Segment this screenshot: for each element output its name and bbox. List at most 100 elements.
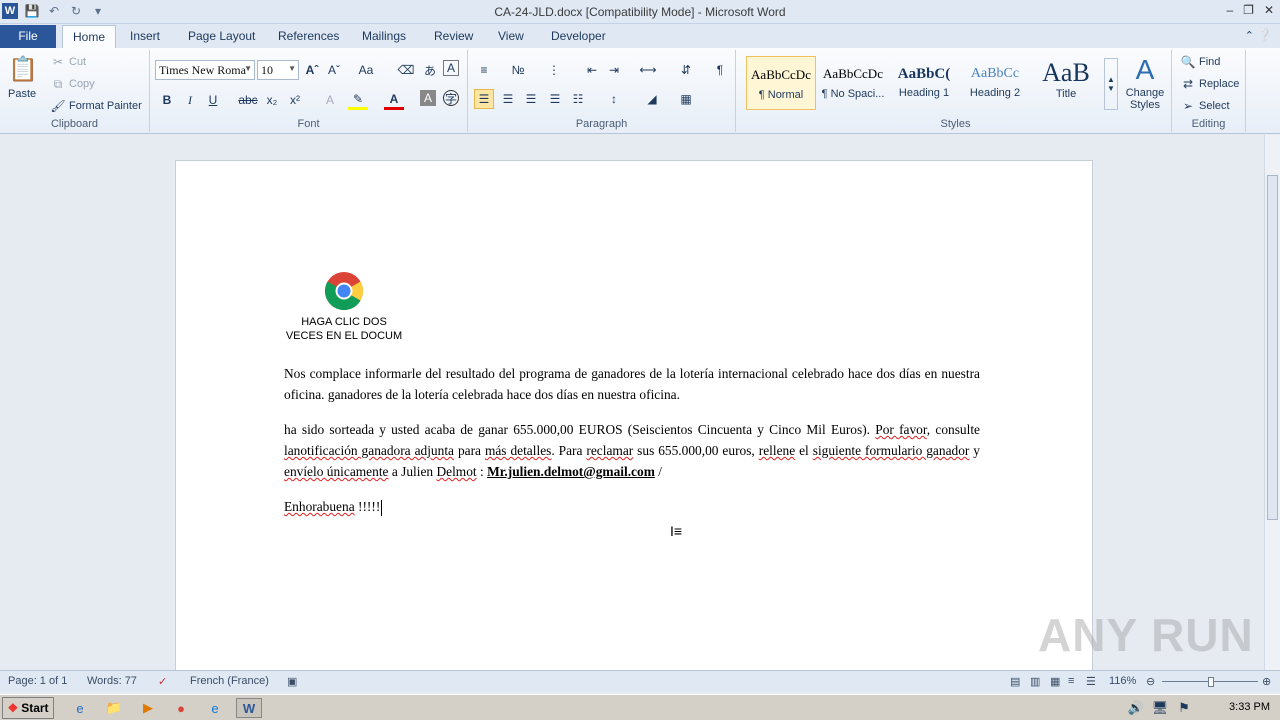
- styles-scroll-icon[interactable]: ▲ ▼: [1104, 58, 1118, 110]
- paste-button[interactable]: 📋 Paste: [8, 54, 38, 100]
- asian-layout-icon[interactable]: ⟷: [638, 60, 658, 80]
- highlight-icon[interactable]: ✎: [348, 90, 368, 110]
- tab-home[interactable]: Home: [62, 25, 117, 48]
- start-button[interactable]: ❖ Start: [2, 697, 54, 719]
- chrome-icon[interactable]: ●: [171, 698, 191, 718]
- word-taskbar-icon[interactable]: W: [236, 698, 262, 718]
- align-right-icon[interactable]: ☰: [521, 89, 541, 109]
- format-painter-button[interactable]: 🖌 Format Painter: [50, 98, 141, 114]
- minimize-ribbon-icon[interactable]: ⌃: [1245, 29, 1254, 42]
- clear-formatting-icon[interactable]: ⌫: [396, 60, 416, 80]
- binoculars-icon: 🔍: [1180, 55, 1196, 69]
- distributed-icon[interactable]: ☷: [568, 89, 588, 109]
- font-name-combo[interactable]: Times New Roma ▼: [155, 60, 255, 80]
- change-case-icon[interactable]: Aa: [356, 60, 376, 80]
- line-spacing-icon[interactable]: ↕: [604, 89, 624, 109]
- email-address[interactable]: Mr.julien.delmot@gmail.com: [487, 464, 655, 479]
- network-icon[interactable]: 🖥: [1150, 698, 1170, 718]
- document-page[interactable]: HAGA CLIC DOS VECES EN EL DOCUM Nos comp…: [175, 160, 1093, 670]
- text-effects-icon[interactable]: A: [320, 90, 340, 110]
- multilevel-list-icon[interactable]: ⋮: [544, 60, 564, 80]
- minimize-icon[interactable]: –: [1226, 3, 1233, 17]
- copy-button[interactable]: ⧉ Copy: [50, 76, 95, 92]
- enclose-characters-icon[interactable]: 字: [443, 90, 459, 106]
- style-no-spacing[interactable]: AaBbCcDc ¶ No Spaci...: [818, 56, 888, 110]
- text-run: rellene: [758, 443, 796, 458]
- help-icon[interactable]: ❔: [1257, 28, 1272, 42]
- word-count[interactable]: Words: 77: [87, 675, 137, 687]
- tab-mailings[interactable]: Mailings: [352, 25, 416, 48]
- shading-icon[interactable]: ◢: [642, 89, 662, 109]
- embedded-image[interactable]: HAGA CLIC DOS VECES EN EL DOCUM: [284, 271, 404, 343]
- style-normal[interactable]: AaBbCcDc ¶ Normal: [746, 56, 816, 110]
- web-layout-icon[interactable]: ▦: [1050, 675, 1060, 688]
- style-heading-2[interactable]: AaBbCc Heading 2: [960, 56, 1030, 110]
- font-size-value: 10: [261, 63, 273, 77]
- character-shading-icon[interactable]: A: [420, 90, 436, 106]
- style-title[interactable]: AaB Title: [1031, 56, 1101, 110]
- font-color-icon[interactable]: A: [384, 90, 404, 110]
- draft-icon[interactable]: ☰: [1086, 675, 1096, 688]
- outline-icon[interactable]: ≡: [1068, 675, 1074, 687]
- bold-icon[interactable]: B: [157, 90, 177, 110]
- style-heading-1[interactable]: AaBbC( Heading 1: [889, 56, 959, 110]
- style-name: ¶ Normal: [758, 89, 804, 101]
- zoom-slider-thumb[interactable]: [1208, 677, 1214, 687]
- show-hide-paragraph-icon[interactable]: ¶: [710, 60, 730, 80]
- sort-icon[interactable]: ⇵: [676, 60, 696, 80]
- replace-button[interactable]: ⇄ Replace: [1180, 76, 1239, 92]
- zoom-out-icon[interactable]: ⊖: [1146, 675, 1155, 688]
- tab-review[interactable]: Review: [424, 25, 483, 48]
- subscript-icon[interactable]: x₂: [262, 90, 282, 110]
- phonetic-guide-icon[interactable]: あ: [420, 60, 440, 80]
- tab-references[interactable]: References: [268, 25, 349, 48]
- paragraph-group-label: Paragraph: [575, 118, 628, 130]
- strikethrough-icon[interactable]: abc: [238, 90, 258, 110]
- cut-button[interactable]: ✂ Cut: [50, 54, 86, 70]
- page-count[interactable]: Page: 1 of 1: [8, 675, 67, 687]
- tab-page-layout[interactable]: Page Layout: [178, 25, 265, 48]
- superscript-icon[interactable]: x²: [285, 90, 305, 110]
- ie-icon[interactable]: e: [70, 698, 90, 718]
- find-button[interactable]: 🔍 Find: [1180, 54, 1221, 70]
- zoom-in-icon[interactable]: ⊕: [1262, 675, 1271, 688]
- tab-developer[interactable]: Developer: [541, 25, 616, 48]
- grow-font-icon[interactable]: Aˆ: [302, 60, 322, 80]
- tab-file[interactable]: File: [0, 25, 56, 48]
- character-border-icon[interactable]: A: [443, 60, 459, 76]
- increase-indent-icon[interactable]: ⇥: [604, 60, 624, 80]
- zoom-level[interactable]: 116%: [1109, 675, 1136, 687]
- print-layout-icon[interactable]: ▤: [1010, 675, 1020, 688]
- font-size-combo[interactable]: 10 ▼: [257, 60, 299, 80]
- action-center-flag-icon[interactable]: ⚑: [1174, 698, 1194, 718]
- italic-icon[interactable]: I: [180, 90, 200, 110]
- align-left-icon[interactable]: ☰: [474, 89, 494, 109]
- paragraph-3: Enhorabuena !!!!!: [284, 496, 980, 517]
- justify-icon[interactable]: ☰: [545, 89, 565, 109]
- underline-icon[interactable]: U: [203, 90, 223, 110]
- select-button[interactable]: ➢ Select: [1180, 98, 1230, 114]
- full-screen-reading-icon[interactable]: ▥: [1030, 675, 1040, 688]
- change-styles-button[interactable]: A Change Styles: [1122, 54, 1168, 111]
- volume-icon[interactable]: 🔊: [1126, 698, 1146, 718]
- close-icon[interactable]: ✕: [1264, 3, 1274, 17]
- macro-record-icon[interactable]: ▣: [287, 675, 297, 688]
- tab-view[interactable]: View: [488, 25, 534, 48]
- media-player-icon[interactable]: ▶: [138, 698, 158, 718]
- decrease-indent-icon[interactable]: ⇤: [582, 60, 602, 80]
- borders-icon[interactable]: ▦: [676, 89, 696, 109]
- proofing-icon[interactable]: ✓: [158, 675, 167, 688]
- restore-icon[interactable]: ❐: [1243, 3, 1254, 17]
- align-center-icon[interactable]: ☰: [498, 89, 518, 109]
- bullets-icon[interactable]: ≡: [474, 60, 494, 80]
- ribbon: 📋 Paste ✂ Cut ⧉ Copy 🖌 Format Painter Clipb…: [0, 48, 1280, 134]
- numbering-icon[interactable]: №: [508, 60, 528, 80]
- explorer-icon[interactable]: 📁: [104, 698, 124, 718]
- scrollbar-thumb[interactable]: [1267, 175, 1278, 520]
- edge-icon[interactable]: e: [205, 698, 225, 718]
- taskbar-clock[interactable]: 3:33 PM: [1229, 701, 1270, 713]
- tab-insert[interactable]: Insert: [120, 25, 170, 48]
- language-indicator[interactable]: French (France): [190, 675, 269, 687]
- vertical-scrollbar[interactable]: [1264, 135, 1280, 670]
- shrink-font-icon[interactable]: Aˇ: [324, 60, 344, 80]
